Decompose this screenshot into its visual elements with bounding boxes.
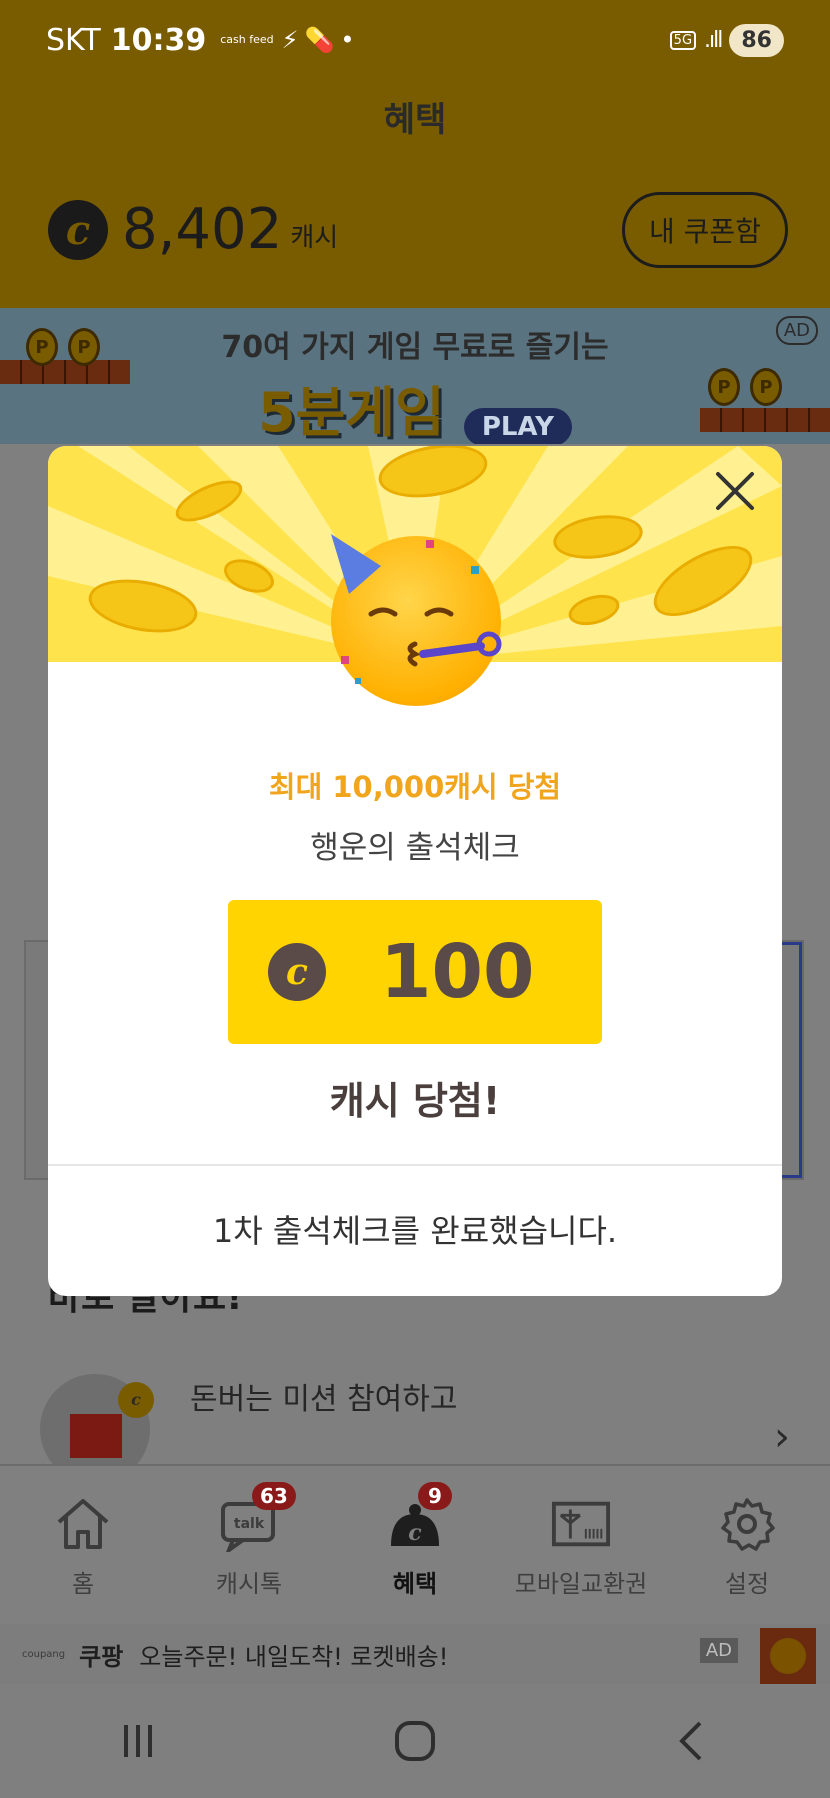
coupang-ad-strip[interactable]: coupang 쿠팡 오늘주문! 내일도착! 로켓배송! AD (0, 1624, 830, 1684)
ad-brand: 쿠팡 (79, 1642, 124, 1671)
cash-coin-icon: c (48, 200, 108, 260)
cash-balance: c 8,402 캐시 (48, 200, 338, 260)
recent-apps-button[interactable] (98, 1711, 178, 1771)
svg-text:c: c (408, 1520, 422, 1546)
nav-item-settings[interactable]: 설정 (664, 1466, 830, 1624)
svg-text:talk: talk (234, 1516, 265, 1532)
ad-badge: AD (775, 316, 818, 345)
banner-play-button[interactable]: PLAY (463, 407, 572, 444)
reward-headline: 최대 10,000캐시 당첨 (268, 770, 562, 804)
nav-item-home[interactable]: 홈 (0, 1466, 166, 1624)
nav-item-mobile-voucher[interactable]: 모바일교환권 (498, 1466, 664, 1624)
pill-notification-icon: 💊 (304, 26, 335, 54)
banner-tagline: 70여 가지 게임 무료로 즐기는 (221, 330, 609, 365)
reward-amount-box: c 100 (228, 900, 602, 1044)
coupang-logo: coupang (22, 1648, 66, 1660)
boot-notification-icon: ⚡ (281, 26, 299, 54)
ad-badge: AD (699, 1638, 738, 1663)
dot-notification-icon: • (340, 26, 355, 54)
settings-icon (717, 1496, 777, 1552)
divider (48, 1164, 782, 1166)
home-button[interactable] (375, 1711, 455, 1771)
back-button[interactable] (652, 1711, 732, 1771)
ad-thumbnail-image (760, 1628, 816, 1684)
cash-unit: 캐시 (290, 223, 339, 253)
network-type-icon: 5G (669, 30, 697, 50)
battery-indicator: 86 (729, 23, 784, 57)
mission-list-item[interactable]: c 돈버는 미션 참여하고 › (40, 1374, 800, 1484)
nav-item-cash-talk[interactable]: talk 63 캐시톡 (166, 1466, 332, 1624)
completion-message: 1차 출석체크를 완료했습니다. (212, 1212, 618, 1250)
close-icon[interactable] (714, 470, 756, 512)
reward-subtitle: 행운의 출석체크 (310, 830, 520, 866)
benefit-header: 혜택 c 8,402 캐시 내 쿠폰함 (0, 60, 830, 308)
reward-amount: 100 (380, 929, 535, 1015)
win-message: 캐시 당첨! (329, 1079, 501, 1123)
attendance-reward-modal: 최대 10,000캐시 당첨 행운의 출석체크 c 100 캐시 당첨! 1차 … (48, 446, 782, 1296)
notification-badge: 9 (418, 1482, 452, 1510)
carrier-label: SKT (46, 22, 101, 58)
cashfeed-notification-icon: cash feed (220, 33, 274, 46)
system-nav-bar (0, 1684, 830, 1798)
bottom-nav: 홈 talk 63 캐시톡 c 9 혜택 모바일교환권 설정 (0, 1464, 830, 1624)
nav-item-benefit[interactable]: c 9 혜택 (332, 1466, 498, 1624)
partying-face-emoji-icon (331, 534, 502, 706)
cash-amount: 8,402 (122, 197, 283, 262)
mission-text: 돈버는 미션 참여하고 (190, 1382, 458, 1417)
banner-game-name: 5분게임 (258, 381, 445, 444)
notification-badge: 63 (252, 1482, 296, 1510)
my-coupons-button[interactable]: 내 쿠폰함 (622, 192, 788, 268)
signal-strength-icon: .ıll (704, 27, 723, 53)
nav-label: 캐시톡 (215, 1570, 283, 1598)
page-title: 혜택 (383, 100, 447, 140)
cash-coin-icon: c (268, 943, 326, 1001)
chevron-right-icon: › (774, 1414, 790, 1460)
ad-text: 오늘주문! 내일도착! 로켓배송! (139, 1642, 449, 1671)
nav-label: 혜택 (392, 1570, 438, 1598)
voucher-icon (551, 1496, 611, 1552)
home-icon (53, 1496, 113, 1552)
nav-label: 홈 (71, 1570, 95, 1598)
nav-label: 모바일교환권 (514, 1570, 648, 1598)
game-ad-banner[interactable]: P P P P 70여 가지 게임 무료로 즐기는 5분게임 PLAY AD (0, 308, 830, 444)
nav-label: 설정 (724, 1570, 770, 1598)
clock: 10:39 (110, 22, 207, 58)
